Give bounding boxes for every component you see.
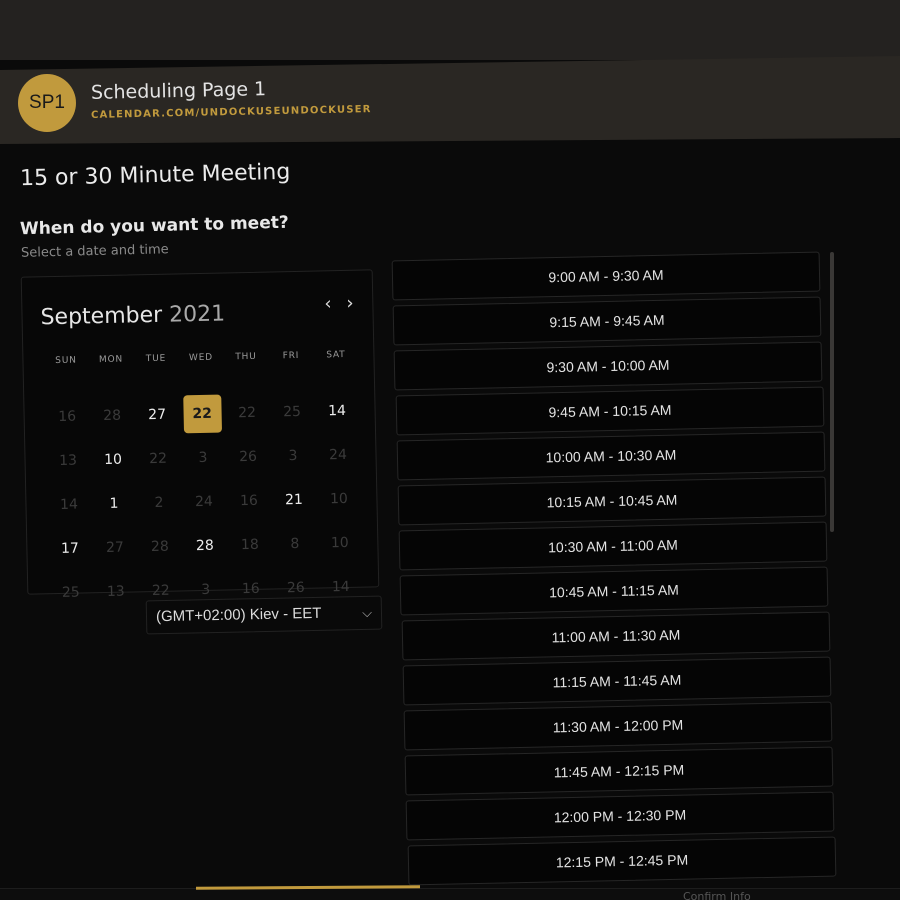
chevron-right-icon[interactable]: › [346,293,354,314]
calendar-day: 14 [59,496,79,513]
chevron-down-icon: ⌵ [361,604,373,620]
calendar-day[interactable]: 28 [185,527,224,566]
calendar-day[interactable]: 21 [275,481,314,520]
time-slot-button[interactable]: 10:15 AM - 10:45 AM [397,476,827,526]
question-heading: When do you want to meet? [19,212,289,240]
time-slot-button[interactable]: 11:45 AM - 12:15 PM [404,746,834,796]
calendar-day: 13 [58,452,78,469]
time-slot-button[interactable]: 9:15 AM - 9:45 AM [392,296,822,346]
calendar-day-selected[interactable]: 22 [182,394,222,434]
weekday-label: WED [188,352,214,364]
calendar-grid: SUN MON TUE WED THU FRI SAT 16 28 27 22 22 25 14 13 10 2… [43,345,364,616]
calendar-day[interactable]: 14 [318,392,357,431]
calendar-day: 16 [58,408,77,425]
calendar-day: 3 [198,449,208,467]
time-slot-button[interactable]: 12:15 PM - 12:45 PM [407,836,836,886]
timezone-value: (GMT+02:00) Kiev - EET [155,604,322,626]
avatar: SP1 [18,74,76,132]
calendar-day: 8 [290,535,300,553]
calendar-day: 24 [328,446,348,464]
calendar-day: 2 [154,494,164,511]
month-label: September [40,302,163,331]
month-year-label: September 2021 [40,301,225,330]
calendar-day: 28 [150,538,169,556]
time-slot-button[interactable]: 10:30 AM - 11:00 AM [398,521,828,571]
scheduling-page-title: Scheduling Page 1 [90,78,267,104]
calendar-day: 10 [329,490,349,508]
top-strip [0,0,900,60]
chevron-left-icon[interactable]: ‹ [324,293,332,314]
time-slot-button[interactable]: 11:00 AM - 11:30 AM [401,611,830,661]
calendar-day: 10 [330,534,349,552]
calendar-day[interactable]: 10 [94,440,133,479]
date-picker: September 2021 ‹ › SUN MON TUE WED THU FRI SAT… [20,269,380,601]
scrollbar[interactable] [830,252,834,532]
calendar-day: 13 [106,583,125,600]
timezone-select[interactable]: (GMT+02:00) Kiev - EET ⌵ [145,595,383,635]
time-slot-button[interactable]: 10:45 AM - 11:15 AM [400,566,829,616]
calendar-day: 25 [283,403,302,421]
time-slot-button[interactable]: 11:15 AM - 11:45 AM [402,656,832,706]
calendar-day: 22 [238,404,257,422]
time-slot-button[interactable]: 9:00 AM - 9:30 AM [391,251,821,301]
calendar-day: 28 [103,407,122,425]
time-slot-button[interactable]: 10:00 AM - 10:30 AM [396,431,826,481]
calendar-day: 16 [239,492,259,510]
weekday-label: SUN [55,355,77,367]
calendar-day: 27 [105,539,124,556]
footer-bar [0,888,900,900]
weekday-label: THU [235,351,257,363]
calendar-day[interactable]: 27 [138,396,177,435]
weekday-label: TUE [145,353,167,365]
weekday-label: MON [98,354,124,366]
calendar-day: 24 [194,493,214,511]
calendar-day: 26 [238,448,258,466]
calendar-day: 25 [61,584,80,601]
weekday-label: FRI [282,350,300,362]
time-slot-button[interactable]: 12:00 PM - 12:30 PM [406,791,835,841]
calendar-day: 3 [288,447,298,465]
calendar-day: 22 [148,450,168,468]
time-slot-button[interactable]: 9:30 AM - 10:00 AM [394,341,823,391]
date-time-hint: Select a date and time [20,242,169,261]
year-label: 2021 [168,301,226,328]
next-step-label: Confirm Info [683,890,751,900]
weekday-label: SAT [326,349,346,361]
calendar-day[interactable]: 17 [51,529,90,568]
time-slot-button[interactable]: 9:45 AM - 10:15 AM [395,386,824,436]
calendar-day: 18 [240,536,259,554]
calendar-day[interactable]: 1 [95,484,134,523]
meeting-title: 15 or 30 Minute Meeting [19,159,291,192]
time-slot-button[interactable]: 11:30 AM - 12:00 PM [403,701,833,751]
